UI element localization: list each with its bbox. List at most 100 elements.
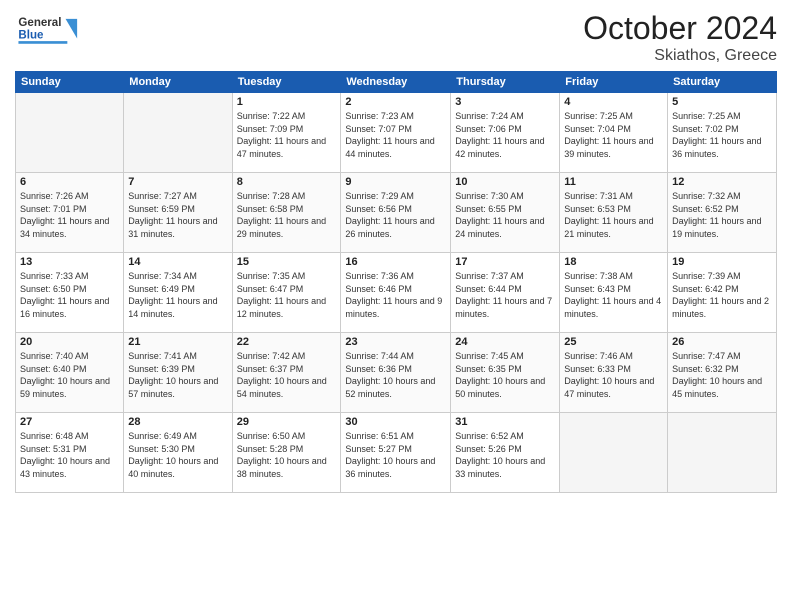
day-number: 7	[128, 176, 227, 188]
cell-w5-d2: 28 Sunrise: 6:49 AMSunset: 5:30 PMDayligh…	[124, 413, 232, 493]
day-number: 25	[564, 336, 663, 348]
day-info: Sunrise: 7:46 AMSunset: 6:33 PMDaylight:…	[564, 350, 663, 400]
svg-text:Blue: Blue	[18, 29, 44, 41]
day-info: Sunrise: 7:29 AMSunset: 6:56 PMDaylight:…	[345, 190, 446, 240]
day-number: 21	[128, 336, 227, 348]
cell-w1-d2	[124, 93, 232, 173]
day-info: Sunrise: 7:45 AMSunset: 6:35 PMDaylight:…	[455, 350, 555, 400]
day-number: 12	[672, 176, 772, 188]
header-tuesday: Tuesday	[232, 72, 341, 93]
day-info: Sunrise: 7:26 AMSunset: 7:01 PMDaylight:…	[20, 190, 119, 240]
day-info: Sunrise: 7:33 AMSunset: 6:50 PMDaylight:…	[20, 270, 119, 320]
day-number: 4	[564, 96, 663, 108]
cell-w4-d3: 22 Sunrise: 7:42 AMSunset: 6:37 PMDayligh…	[232, 333, 341, 413]
day-info: Sunrise: 7:42 AMSunset: 6:37 PMDaylight:…	[237, 350, 337, 400]
cell-w5-d1: 27 Sunrise: 6:48 AMSunset: 5:31 PMDayligh…	[16, 413, 124, 493]
day-info: Sunrise: 7:47 AMSunset: 6:32 PMDaylight:…	[672, 350, 772, 400]
cell-w4-d7: 26 Sunrise: 7:47 AMSunset: 6:32 PMDayligh…	[668, 333, 777, 413]
day-info: Sunrise: 7:22 AMSunset: 7:09 PMDaylight:…	[237, 110, 337, 160]
location-subtitle: Skiathos, Greece	[583, 47, 777, 65]
day-info: Sunrise: 7:30 AMSunset: 6:55 PMDaylight:…	[455, 190, 555, 240]
day-number: 9	[345, 176, 446, 188]
header-saturday: Saturday	[668, 72, 777, 93]
day-info: Sunrise: 7:25 AMSunset: 7:04 PMDaylight:…	[564, 110, 663, 160]
day-info: Sunrise: 7:34 AMSunset: 6:49 PMDaylight:…	[128, 270, 227, 320]
logo-svg: General Blue	[15, 10, 85, 50]
cell-w3-d6: 18Sunrise: 7:38 AMSunset: 6:43 PMDayligh…	[560, 253, 668, 333]
week-row-4: 20Sunrise: 7:40 AMSunset: 6:40 PMDayligh…	[16, 333, 777, 413]
day-number: 8	[237, 176, 337, 188]
day-number: 28	[128, 416, 227, 428]
cell-w5-d3: 29 Sunrise: 6:50 AMSunset: 5:28 PMDayligh…	[232, 413, 341, 493]
cell-w4-d2: 21Sunrise: 7:41 AMSunset: 6:39 PMDayligh…	[124, 333, 232, 413]
cell-w1-d4: 2 Sunrise: 7:23 AMSunset: 7:07 PMDaylight…	[341, 93, 451, 173]
day-number: 11	[564, 176, 663, 188]
week-row-2: 6 Sunrise: 7:26 AMSunset: 7:01 PMDaylight…	[16, 173, 777, 253]
day-number: 30	[345, 416, 446, 428]
day-number: 29	[237, 416, 337, 428]
header-monday: Monday	[124, 72, 232, 93]
day-info: Sunrise: 7:23 AMSunset: 7:07 PMDaylight:…	[345, 110, 446, 160]
cell-w1-d1	[16, 93, 124, 173]
header-wednesday: Wednesday	[341, 72, 451, 93]
cell-w2-d4: 9 Sunrise: 7:29 AMSunset: 6:56 PMDaylight…	[341, 173, 451, 253]
weekday-header-row: Sunday Monday Tuesday Wednesday Thursday…	[16, 72, 777, 93]
cell-w5-d6	[560, 413, 668, 493]
day-number: 5	[672, 96, 772, 108]
svg-text:General: General	[18, 17, 61, 29]
week-row-1: 1Sunrise: 7:22 AMSunset: 7:09 PMDaylight…	[16, 93, 777, 173]
day-number: 19	[672, 256, 772, 268]
header-friday: Friday	[560, 72, 668, 93]
calendar-table: Sunday Monday Tuesday Wednesday Thursday…	[15, 71, 777, 493]
cell-w5-d4: 30Sunrise: 6:51 AMSunset: 5:27 PMDayligh…	[341, 413, 451, 493]
day-number: 17	[455, 256, 555, 268]
day-number: 6	[20, 176, 119, 188]
cell-w1-d5: 3 Sunrise: 7:24 AMSunset: 7:06 PMDaylight…	[451, 93, 560, 173]
header-thursday: Thursday	[451, 72, 560, 93]
day-number: 26	[672, 336, 772, 348]
day-info: Sunrise: 7:40 AMSunset: 6:40 PMDaylight:…	[20, 350, 119, 400]
title-block: October 2024 Skiathos, Greece	[583, 10, 777, 65]
cell-w2-d7: 12 Sunrise: 7:32 AMSunset: 6:52 PMDayligh…	[668, 173, 777, 253]
day-info: Sunrise: 6:52 AMSunset: 5:26 PMDaylight:…	[455, 430, 555, 480]
cell-w3-d5: 17 Sunrise: 7:37 AMSunset: 6:44 PMDayligh…	[451, 253, 560, 333]
cell-w4-d6: 25 Sunrise: 7:46 AMSunset: 6:33 PMDayligh…	[560, 333, 668, 413]
cell-w1-d6: 4 Sunrise: 7:25 AMSunset: 7:04 PMDaylight…	[560, 93, 668, 173]
day-info: Sunrise: 7:24 AMSunset: 7:06 PMDaylight:…	[455, 110, 555, 160]
cell-w5-d7	[668, 413, 777, 493]
day-info: Sunrise: 6:50 AMSunset: 5:28 PMDaylight:…	[237, 430, 337, 480]
month-title: October 2024	[583, 10, 777, 47]
cell-w5-d5: 31Sunrise: 6:52 AMSunset: 5:26 PMDayligh…	[451, 413, 560, 493]
cell-w3-d7: 19 Sunrise: 7:39 AMSunset: 6:42 PMDayligh…	[668, 253, 777, 333]
header-sunday: Sunday	[16, 72, 124, 93]
cell-w3-d1: 13 Sunrise: 7:33 AMSunset: 6:50 PMDayligh…	[16, 253, 124, 333]
cell-w2-d5: 10Sunrise: 7:30 AMSunset: 6:55 PMDayligh…	[451, 173, 560, 253]
day-info: Sunrise: 7:25 AMSunset: 7:02 PMDaylight:…	[672, 110, 772, 160]
week-row-3: 13 Sunrise: 7:33 AMSunset: 6:50 PMDayligh…	[16, 253, 777, 333]
day-number: 2	[345, 96, 446, 108]
day-info: Sunrise: 6:48 AMSunset: 5:31 PMDaylight:…	[20, 430, 119, 480]
day-number: 22	[237, 336, 337, 348]
cell-w4-d4: 23Sunrise: 7:44 AMSunset: 6:36 PMDayligh…	[341, 333, 451, 413]
day-number: 18	[564, 256, 663, 268]
day-number: 3	[455, 96, 555, 108]
day-info: Sunrise: 7:39 AMSunset: 6:42 PMDaylight:…	[672, 270, 772, 320]
day-number: 15	[237, 256, 337, 268]
cell-w2-d3: 8Sunrise: 7:28 AMSunset: 6:58 PMDaylight…	[232, 173, 341, 253]
day-number: 13	[20, 256, 119, 268]
day-info: Sunrise: 6:49 AMSunset: 5:30 PMDaylight:…	[128, 430, 227, 480]
day-number: 27	[20, 416, 119, 428]
day-info: Sunrise: 7:36 AMSunset: 6:46 PMDaylight:…	[345, 270, 446, 320]
cell-w4-d5: 24Sunrise: 7:45 AMSunset: 6:35 PMDayligh…	[451, 333, 560, 413]
day-info: Sunrise: 7:35 AMSunset: 6:47 PMDaylight:…	[237, 270, 337, 320]
day-info: Sunrise: 7:32 AMSunset: 6:52 PMDaylight:…	[672, 190, 772, 240]
cell-w3-d3: 15 Sunrise: 7:35 AMSunset: 6:47 PMDayligh…	[232, 253, 341, 333]
day-info: Sunrise: 7:37 AMSunset: 6:44 PMDaylight:…	[455, 270, 555, 320]
cell-w3-d2: 14Sunrise: 7:34 AMSunset: 6:49 PMDayligh…	[124, 253, 232, 333]
cell-w4-d1: 20Sunrise: 7:40 AMSunset: 6:40 PMDayligh…	[16, 333, 124, 413]
cell-w2-d6: 11Sunrise: 7:31 AMSunset: 6:53 PMDayligh…	[560, 173, 668, 253]
cell-w1-d7: 5 Sunrise: 7:25 AMSunset: 7:02 PMDaylight…	[668, 93, 777, 173]
day-info: Sunrise: 7:44 AMSunset: 6:36 PMDaylight:…	[345, 350, 446, 400]
page: General Blue October 2024 Skiathos, Gree…	[0, 0, 792, 612]
logo: General Blue	[15, 10, 85, 50]
